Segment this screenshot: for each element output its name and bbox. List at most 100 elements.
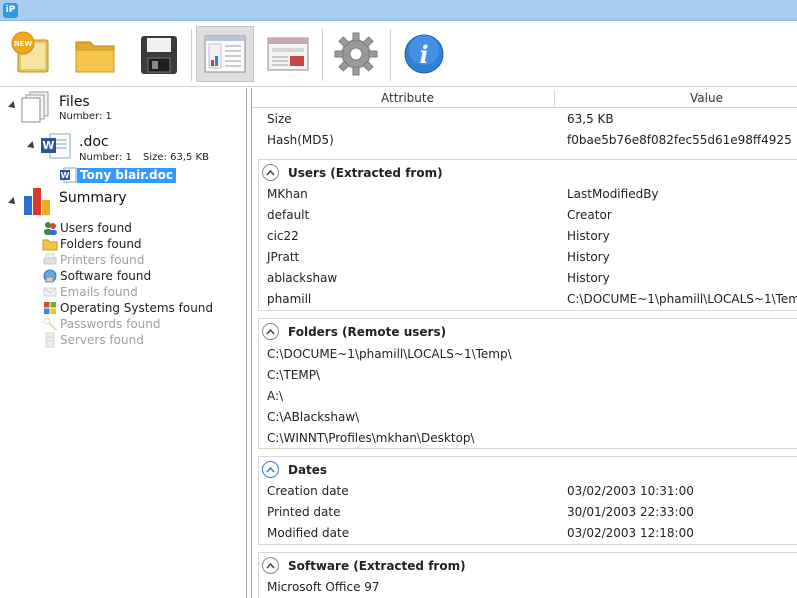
emails-found-item[interactable]: Emails found <box>42 284 138 300</box>
info-icon: i <box>404 34 444 74</box>
collapse-arrow-icon[interactable] <box>8 101 18 111</box>
attribute-cell: Modified date <box>267 526 350 540</box>
attribute-cell: Size <box>267 112 292 126</box>
users-found-label: Users found <box>60 221 132 235</box>
attribute-cell: default <box>267 208 310 222</box>
folder-open-icon <box>75 41 115 73</box>
selected-file-node[interactable]: Tony blair.doc <box>77 168 177 183</box>
gear-icon <box>334 32 378 76</box>
value-cell: History <box>567 271 610 285</box>
attribute-column-header[interactable]: Attribute <box>381 91 434 105</box>
attribute-cell: MKhan <box>267 187 308 201</box>
files-stack-icon <box>21 91 49 123</box>
attribute-cell: cic22 <box>267 229 299 243</box>
about-button[interactable]: i <box>395 26 453 82</box>
value-cell: f0bae5b76e8f082fec55d61e98ff4925 <box>567 133 792 147</box>
value-cell: C:\DOCUME~1\phamill\LOCALS~1\Temp\ <box>567 292 797 306</box>
chevron-up-icon <box>266 169 275 176</box>
open-project-button[interactable] <box>66 26 124 82</box>
dates-section-title: Dates <box>288 463 328 477</box>
tree-pane: Files Number: 1 W .doc Number: 1 Size: 6… <box>0 88 247 598</box>
value-cell: History <box>567 229 610 243</box>
toolbar-separator <box>191 29 192 81</box>
settings-button[interactable] <box>327 26 385 82</box>
new-badge-text: NEW <box>14 40 33 48</box>
word-document-icon: W <box>41 133 71 159</box>
chevron-up-icon <box>266 466 275 473</box>
key-icon <box>42 316 58 332</box>
collapse-section-button[interactable] <box>262 461 279 478</box>
servers-found-label: Servers found <box>60 333 144 347</box>
chevron-up-icon <box>266 562 275 569</box>
value-cell: Creator <box>567 208 612 222</box>
value-cell: LastModifiedBy <box>567 187 659 201</box>
folder-icon <box>42 236 58 252</box>
value-column-header[interactable]: Value <box>690 91 723 105</box>
doc-type-node-label[interactable]: .doc <box>79 134 109 150</box>
view-calendar-button[interactable] <box>259 26 317 82</box>
server-icon <box>42 332 58 348</box>
svg-text:W: W <box>61 171 70 180</box>
software-found-label: Software found <box>60 269 152 283</box>
folder-path-cell: C:\TEMP\ <box>267 368 321 382</box>
software-icon <box>42 268 58 284</box>
software-section-title: Software (Extracted from) <box>288 559 466 573</box>
folders-section-title: Folders (Remote users) <box>288 325 447 339</box>
value-cell: 63,5 KB <box>567 112 614 126</box>
software-cell: Microsoft Office 97 <box>267 580 380 594</box>
passwords-found-item[interactable]: Passwords found <box>42 316 161 332</box>
value-cell: 03/02/2003 10:31:00 <box>567 484 694 498</box>
attribute-cell: Printed date <box>267 505 341 519</box>
email-icon <box>42 284 58 300</box>
collapse-arrow-icon[interactable] <box>27 141 37 151</box>
column-divider[interactable] <box>554 90 555 106</box>
collapse-section-button[interactable] <box>262 557 279 574</box>
servers-found-item[interactable]: Servers found <box>42 332 144 348</box>
toolbar-separator <box>322 29 323 81</box>
doc-size: Size: 63,5 KB <box>143 152 209 163</box>
attribute-cell: phamill <box>267 292 312 306</box>
attribute-cell: Hash(MD5) <box>267 133 334 147</box>
files-node-label[interactable]: Files <box>59 94 90 110</box>
doc-count: Number: 1 <box>79 152 132 163</box>
toolbar: NEW i <box>0 21 797 87</box>
grid-header: Attribute Value <box>252 88 797 108</box>
attribute-cell: ablackshaw <box>267 271 338 285</box>
title-bar: iP <box>0 0 797 21</box>
folder-path-cell: C:\WINNT\Profiles\mkhan\Desktop\ <box>267 431 475 445</box>
collapse-section-button[interactable] <box>262 164 279 181</box>
details-grid: Attribute Value Size 63,5 KB Hash(MD5) f… <box>251 88 797 598</box>
new-project-icon: NEW <box>11 31 49 73</box>
users-section-title: Users (Extracted from) <box>288 166 443 180</box>
value-cell: 30/01/2003 22:33:00 <box>567 505 694 519</box>
value-cell: History <box>567 250 610 264</box>
software-found-item[interactable]: Software found <box>42 268 151 284</box>
new-project-button[interactable]: NEW <box>3 26 61 82</box>
report-view-icon <box>204 35 246 73</box>
folder-path-cell: C:\DOCUME~1\phamill\LOCALS~1\Temp\ <box>267 347 512 361</box>
app-logo-icon: iP <box>3 3 18 18</box>
collapse-arrow-icon[interactable] <box>8 197 18 207</box>
windows-logo-icon <box>42 300 58 316</box>
operating-systems-found-label: Operating Systems found <box>60 301 214 315</box>
value-cell: 03/02/2003 12:18:00 <box>567 526 694 540</box>
folder-path-cell: A:\ <box>267 389 284 403</box>
chevron-up-icon <box>266 328 275 335</box>
folders-found-item[interactable]: Folders found <box>42 236 142 252</box>
passwords-found-label: Passwords found <box>60 317 161 331</box>
printer-icon <box>42 252 58 268</box>
calendar-view-icon <box>267 37 309 71</box>
summary-chart-icon <box>24 188 50 215</box>
printers-found-item[interactable]: Printers found <box>42 252 144 268</box>
operating-systems-found-item[interactable]: Operating Systems found <box>42 300 213 316</box>
summary-node-label[interactable]: Summary <box>59 190 127 206</box>
view-report-button[interactable] <box>196 26 254 82</box>
svg-text:i: i <box>419 40 428 69</box>
folder-path-cell: C:\ABlackshaw\ <box>267 410 360 424</box>
folders-found-label: Folders found <box>60 237 142 251</box>
files-count: Number: 1 <box>59 111 112 122</box>
collapse-section-button[interactable] <box>262 323 279 340</box>
save-project-button[interactable] <box>129 26 187 82</box>
floppy-disk-icon <box>141 36 177 74</box>
users-found-item[interactable]: Users found <box>42 220 132 236</box>
